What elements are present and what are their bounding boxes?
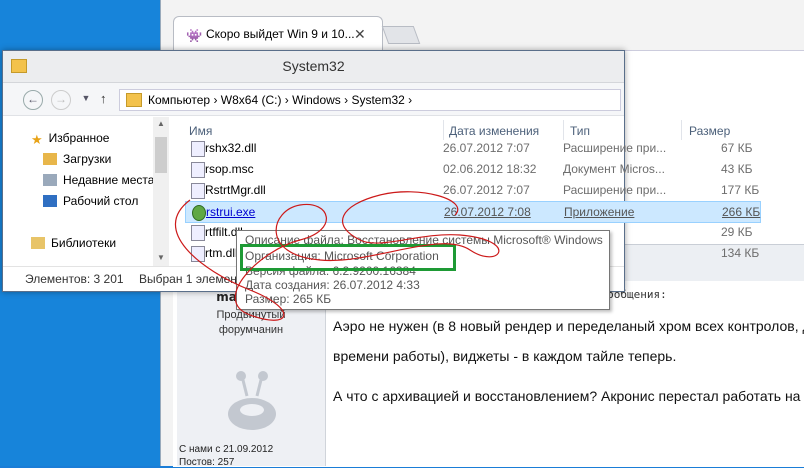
msc-file-icon bbox=[191, 162, 205, 178]
user-rank: Продвинутый форумчанин bbox=[177, 308, 325, 338]
file-size: 177 КБ bbox=[721, 183, 760, 197]
scroll-up-icon[interactable]: ▲ bbox=[157, 119, 165, 128]
dll-file-icon bbox=[191, 246, 205, 262]
recent-places-icon bbox=[43, 174, 57, 186]
post-line: А что с архивацией и восстановлением? Ак… bbox=[333, 388, 804, 404]
breadcrumb-path[interactable]: Компьютер › W8x64 (C:) › Windows › Syste… bbox=[148, 93, 412, 107]
file-type: Расширение при... bbox=[563, 183, 667, 197]
dll-file-icon bbox=[191, 225, 205, 241]
nav-item-desktop[interactable]: Рабочий стол bbox=[43, 194, 138, 208]
column-divider[interactable] bbox=[443, 120, 444, 140]
star-icon: ★ bbox=[31, 132, 43, 147]
file-name: rstrui.exe bbox=[206, 205, 256, 219]
recent-dropdown-icon[interactable]: ▼ bbox=[77, 90, 95, 108]
scroll-down-icon[interactable]: ▼ bbox=[157, 253, 165, 262]
file-name: rtm.dll bbox=[205, 246, 238, 260]
user-rank-line2: форумчанин bbox=[218, 324, 284, 336]
post-line: времени работы), виджеты - в каждом тайл… bbox=[333, 348, 677, 364]
nav-item-recent[interactable]: Недавние места bbox=[43, 173, 154, 187]
system-restore-icon bbox=[192, 205, 206, 221]
post-line: Аэро не нужен (в 8 новый рендер и переде… bbox=[333, 318, 804, 334]
address-bar: ← → ▼ ↑ Компьютер › W8x64 (C:) › Windows… bbox=[3, 83, 624, 116]
new-tab-button[interactable] bbox=[381, 26, 421, 44]
file-date: 26.07.2012 7:07 bbox=[443, 141, 530, 155]
file-size: 43 КБ bbox=[721, 162, 753, 176]
column-header-size[interactable]: Размер bbox=[689, 124, 730, 138]
nav-label: Избранное bbox=[48, 131, 110, 145]
user-joined: С нами с 21.09.2012 bbox=[179, 444, 274, 455]
file-date: 02.06.2012 18:32 bbox=[443, 162, 537, 176]
user-rank-line1: Продвинутый bbox=[216, 309, 286, 321]
file-type: Документ Micros... bbox=[563, 162, 665, 176]
status-item-count: Элементов: 3 201 bbox=[25, 272, 124, 286]
dll-file-icon bbox=[191, 183, 205, 199]
user-avatar bbox=[228, 371, 276, 430]
file-name: rshx32.dll bbox=[205, 141, 257, 155]
breadcrumb[interactable]: Компьютер › W8x64 (C:) › Windows › Syste… bbox=[119, 89, 621, 111]
nav-label: Библиотеки bbox=[51, 236, 117, 250]
user-post-count: Постов: 257 bbox=[179, 457, 235, 468]
column-header-date[interactable]: Дата изменения bbox=[449, 124, 539, 138]
file-type: Приложение bbox=[564, 205, 635, 219]
post-body: Аэро не нужен (в 8 новый рендер и переде… bbox=[333, 316, 804, 416]
desktop-icon bbox=[43, 195, 57, 207]
column-divider[interactable] bbox=[681, 120, 682, 140]
file-row[interactable]: rshx32.dll 26.07.2012 7:07 Расширение пр… bbox=[185, 138, 759, 158]
column-header-type[interactable]: Тип bbox=[570, 124, 590, 138]
file-size: 67 КБ bbox=[721, 141, 753, 155]
folder-icon bbox=[126, 93, 142, 107]
window-titlebar[interactable]: System32 bbox=[3, 51, 624, 83]
column-header-name[interactable]: Имя bbox=[189, 124, 212, 138]
forward-arrow-icon[interactable]: → bbox=[51, 90, 71, 110]
nav-item-downloads[interactable]: Загрузки bbox=[43, 152, 111, 166]
back-arrow-icon[interactable]: ← bbox=[23, 90, 43, 110]
scrollbar-thumb[interactable] bbox=[155, 137, 167, 173]
file-size: 266 КБ bbox=[722, 205, 761, 219]
status-selected: Выбран 1 элемент bbox=[139, 272, 243, 286]
file-date: 26.07.2012 7:07 bbox=[443, 183, 530, 197]
tooltip-size: Размер: 265 КБ bbox=[245, 292, 332, 306]
file-row[interactable]: RstrtMgr.dll 26.07.2012 7:07 Расширение … bbox=[185, 180, 759, 200]
nav-item-libraries[interactable]: Библиотеки bbox=[31, 236, 116, 250]
file-row-selected[interactable]: rstrui.exe 26.07.2012 7:08 Приложение 26… bbox=[185, 201, 761, 223]
up-arrow-icon[interactable]: ↑ bbox=[100, 91, 107, 106]
tab-close-icon[interactable]: ✕ bbox=[354, 26, 366, 43]
file-row[interactable]: rsop.msc 02.06.2012 18:32 Документ Micro… bbox=[185, 159, 759, 179]
organization-highlight-box bbox=[240, 244, 456, 271]
file-name: rsop.msc bbox=[205, 162, 254, 176]
file-type: Расширение при... bbox=[563, 141, 667, 155]
alien-favicon-icon: 👾 bbox=[186, 28, 203, 43]
tooltip-created: Дата создания: 26.07.2012 4:33 bbox=[245, 278, 420, 292]
column-divider[interactable] bbox=[563, 120, 564, 140]
nav-label: Рабочий стол bbox=[63, 194, 139, 208]
window-title: System32 bbox=[282, 58, 345, 74]
nav-item-favorites[interactable]: ★ Избранное bbox=[31, 131, 110, 147]
tab-title: Скоро выйдет Win 9 и 10... bbox=[206, 27, 355, 41]
nav-label: Недавние места bbox=[63, 173, 155, 187]
libraries-icon bbox=[31, 237, 45, 249]
downloads-icon bbox=[43, 153, 57, 165]
file-date: 26.07.2012 7:08 bbox=[444, 205, 531, 219]
browser-tab[interactable]: 👾 Скоро выйдет Win 9 и 10... ✕ bbox=[173, 16, 383, 51]
file-name: RstrtMgr.dll bbox=[205, 183, 266, 197]
nav-scrollbar[interactable]: ▲ ▼ bbox=[153, 117, 169, 267]
file-size: 29 КБ bbox=[721, 225, 753, 239]
nav-label: Загрузки bbox=[63, 152, 112, 166]
file-size: 134 КБ bbox=[721, 246, 760, 260]
dll-file-icon bbox=[191, 141, 205, 157]
navigation-pane: ★ Избранное Загрузки Недавние места Рабоч… bbox=[3, 116, 168, 266]
